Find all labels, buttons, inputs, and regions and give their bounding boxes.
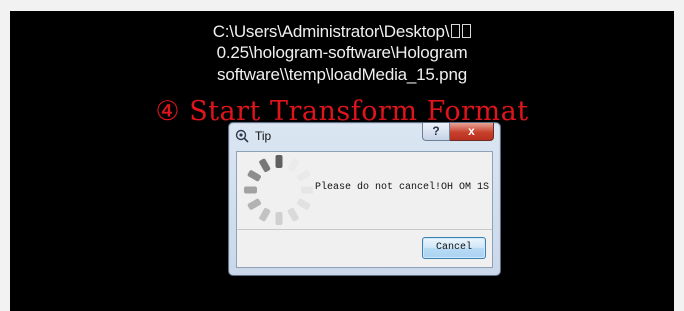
missing-glyph-box [451, 24, 461, 38]
title-buttons: ? x [422, 123, 494, 142]
dialog-title: Tip [255, 129, 272, 143]
file-path-line-3: software\\temp\loadMedia_15.png [217, 65, 467, 84]
dialog-app-icon [235, 129, 249, 143]
cancel-button[interactable]: Cancel [422, 237, 486, 259]
help-button[interactable]: ? [422, 123, 450, 141]
loading-spinner-icon [244, 155, 313, 225]
missing-glyph-box [462, 24, 472, 38]
progress-message: Please do not cancel!OH OM 1S [315, 182, 490, 193]
dialog-titlebar[interactable]: Tip ? x [229, 123, 500, 151]
dialog-body: Please do not cancel!OH OM 1S Cancel [236, 151, 493, 268]
close-button[interactable]: x [450, 123, 494, 141]
file-path-line-1-text: C:\Users\Administrator\Desktop\ [212, 22, 450, 41]
dialog-content-area: Please do not cancel!OH OM 1S [237, 152, 492, 230]
file-path-line-2: 0.25\hologram-software\Hologram [216, 43, 468, 62]
tip-dialog: Tip ? x Please do not cancel!OH OM 1S Ca… [228, 122, 501, 276]
file-path-line-1: C:\Users\Administrator\Desktop\ [10, 21, 674, 42]
